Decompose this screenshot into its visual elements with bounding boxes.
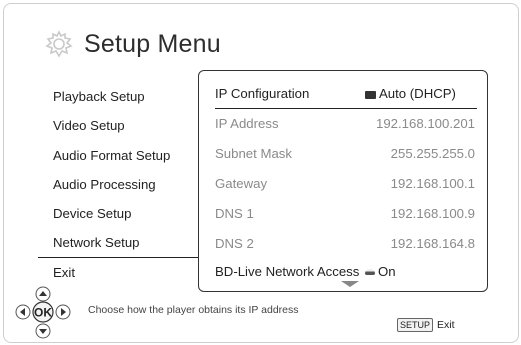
setting-label: IP Address xyxy=(215,116,279,131)
setting-label: BD-Live Network Access xyxy=(215,264,360,279)
page-title: Setup Menu xyxy=(84,29,221,58)
ok-button[interactable]: OK xyxy=(32,301,54,323)
gear-icon xyxy=(45,30,73,58)
setting-row-gateway: Gateway 192.168.100.1 xyxy=(215,169,477,198)
up-arrow-icon[interactable] xyxy=(35,286,51,302)
setting-row-dns-2: DNS 2 192.168.164.8 xyxy=(215,229,477,258)
setting-value: 255.255.255.0 xyxy=(390,146,475,161)
setting-label: Subnet Mask xyxy=(215,146,292,161)
setting-row-ip-address: IP Address 192.168.100.201 xyxy=(215,109,477,138)
setup-exit-hint: SETUP Exit xyxy=(397,318,455,332)
navigation-pad: OK xyxy=(15,286,71,339)
header: Setup Menu xyxy=(44,24,221,64)
setup-exit-label: Exit xyxy=(437,319,455,331)
left-arrow-icon[interactable] xyxy=(15,304,31,320)
setting-label: DNS 1 xyxy=(215,206,254,221)
menu-item-audio-format-setup[interactable]: Audio Format Setup xyxy=(38,141,208,170)
menu-item-device-setup[interactable]: Device Setup xyxy=(38,199,208,228)
setting-row-dns-1: DNS 1 192.168.100.9 xyxy=(215,199,477,228)
setup-menu: Playback Setup Video Setup Audio Format … xyxy=(38,82,218,287)
dropdown-icon xyxy=(365,91,376,99)
ok-label: OK xyxy=(34,306,52,320)
toggle-icon xyxy=(365,269,375,275)
right-arrow-icon[interactable] xyxy=(55,304,71,320)
setup-key-icon: SETUP xyxy=(397,318,434,332)
setting-label: DNS 2 xyxy=(215,236,254,251)
setting-row-ip-configuration[interactable]: IP Configuration Auto (DHCP) xyxy=(215,79,477,109)
setting-row-subnet-mask: Subnet Mask 255.255.255.0 xyxy=(215,139,477,168)
setting-value[interactable]: Auto (DHCP) xyxy=(365,86,477,101)
setting-value: 192.168.100.1 xyxy=(390,176,475,191)
menu-item-network-setup[interactable]: Network Setup xyxy=(38,228,218,259)
setting-value: 192.168.100.9 xyxy=(390,206,475,221)
network-settings-panel: IP Configuration Auto (DHCP) IP Address … xyxy=(198,70,488,292)
menu-item-exit[interactable]: Exit xyxy=(38,258,208,287)
menu-item-video-setup[interactable]: Video Setup xyxy=(38,111,208,140)
menu-item-playback-setup[interactable]: Playback Setup xyxy=(38,82,208,111)
setting-value-text: Auto (DHCP) xyxy=(379,86,456,101)
setting-value: 192.168.100.201 xyxy=(375,116,475,131)
help-text: Choose how the player obtains its IP add… xyxy=(88,304,299,316)
setting-value: 192.168.164.8 xyxy=(390,236,475,251)
setting-value[interactable]: On xyxy=(365,264,477,279)
setting-value-text: On xyxy=(378,264,396,279)
setting-label: Gateway xyxy=(215,176,268,191)
menu-item-audio-processing[interactable]: Audio Processing xyxy=(38,170,208,199)
setting-label: IP Configuration xyxy=(215,86,310,101)
scroll-down-arrow-icon[interactable] xyxy=(341,281,359,287)
down-arrow-icon[interactable] xyxy=(35,323,51,339)
